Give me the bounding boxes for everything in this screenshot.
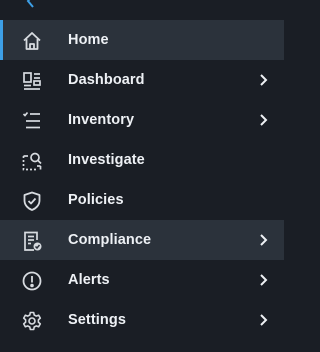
home-icon: [21, 30, 43, 52]
compliance-report-icon: [21, 230, 43, 252]
alert-circle-icon: [21, 270, 43, 292]
chevron-right-icon: [258, 74, 270, 86]
dashboard-icon: [21, 70, 43, 92]
sidebar-nav: Home Dashboard Inventory Investigate Pol…: [0, 20, 284, 340]
sidebar-item-label: Settings: [68, 312, 126, 328]
sidebar-item-label: Inventory: [68, 112, 135, 128]
chevron-right-icon: [258, 234, 270, 246]
sidebar-item-label: Alerts: [68, 272, 110, 288]
sidebar-item-home[interactable]: Home: [0, 20, 284, 60]
checklist-icon: [21, 110, 43, 132]
chevron-right-icon: [258, 114, 270, 126]
sidebar-item-label: Policies: [68, 192, 124, 208]
sidebar-item-settings[interactable]: Settings: [0, 300, 284, 340]
chevron-right-icon: [258, 274, 270, 286]
sidebar-item-compliance[interactable]: Compliance: [0, 220, 284, 260]
sidebar-item-inventory[interactable]: Inventory: [0, 100, 284, 140]
sidebar-item-label: Compliance: [68, 232, 152, 248]
shield-check-icon: [21, 190, 43, 212]
chevron-left-icon: [26, 0, 34, 8]
gear-icon: [21, 310, 43, 332]
chevron-right-icon: [258, 314, 270, 326]
sidebar-item-label: Home: [68, 32, 109, 48]
sidebar-item-alerts[interactable]: Alerts: [0, 260, 284, 300]
sidebar-item-dashboard[interactable]: Dashboard: [0, 60, 284, 100]
sidebar-item-label: Dashboard: [68, 72, 145, 88]
sidebar-item-investigate[interactable]: Investigate: [0, 140, 284, 180]
sidebar-item-policies[interactable]: Policies: [0, 180, 284, 220]
collapse-toggle[interactable]: [0, 0, 284, 20]
investigate-icon: [21, 150, 43, 172]
sidebar-item-label: Investigate: [68, 152, 145, 168]
